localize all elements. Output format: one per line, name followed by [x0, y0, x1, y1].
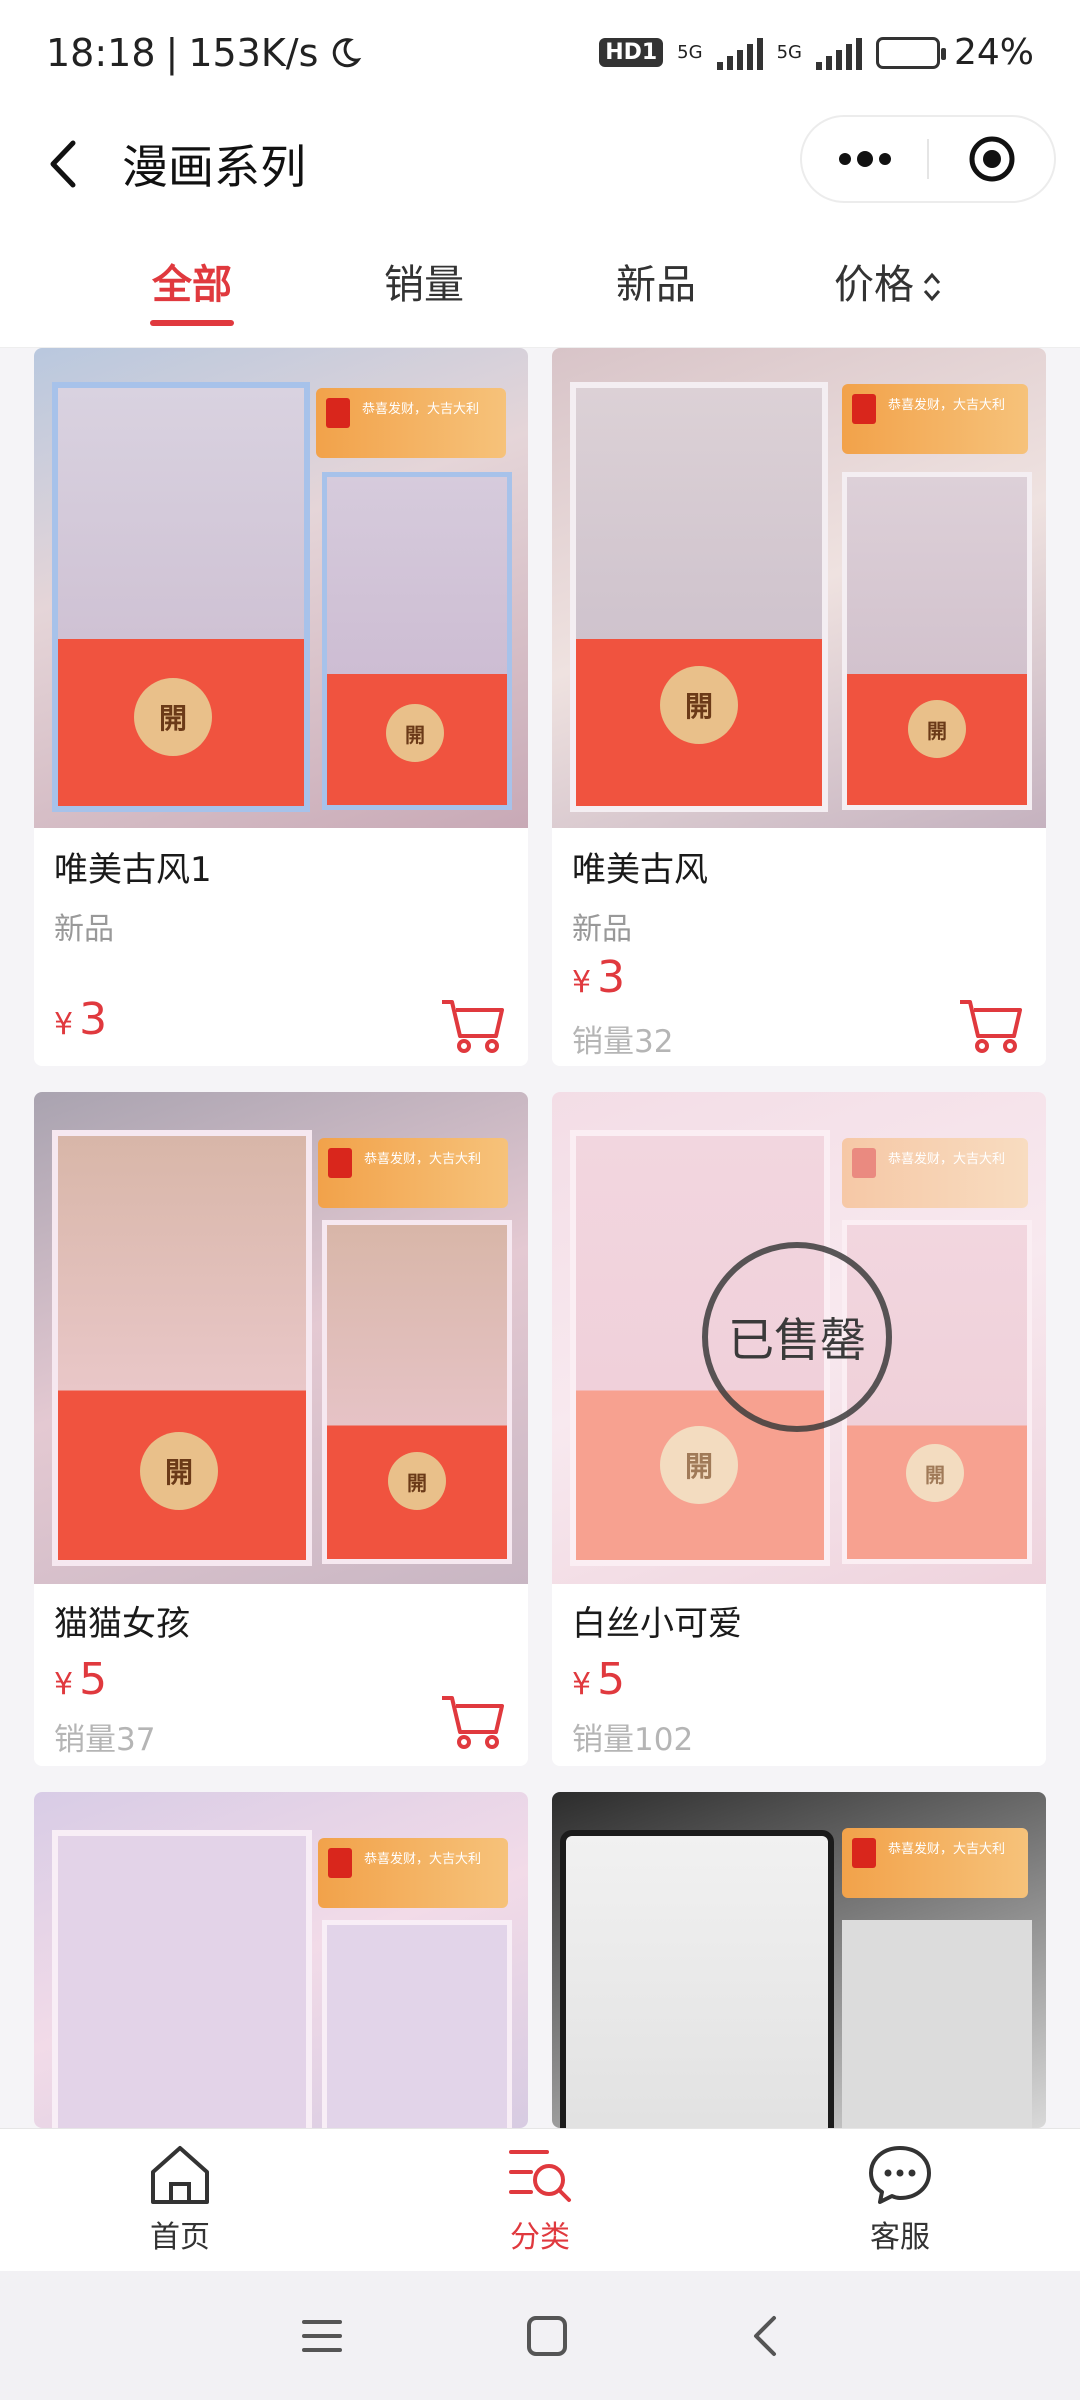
- product-image: 恭喜发财，大吉大利: [34, 1792, 528, 2128]
- network-speed: 153K/s: [188, 30, 319, 75]
- home-square-icon[interactable]: [525, 2314, 569, 2358]
- product-card[interactable]: 恭喜发财，大吉大利: [552, 1792, 1046, 2128]
- add-to-cart-button[interactable]: [440, 996, 506, 1054]
- product-price: ¥3: [54, 994, 108, 1045]
- tabbar-label: 客服: [870, 2220, 930, 2255]
- product-name: 唯美古风: [572, 850, 708, 890]
- tabbar-item-service[interactable]: 客服: [720, 2129, 1080, 2271]
- open-seal: 開: [140, 1432, 218, 1510]
- open-seal: 開: [660, 666, 738, 744]
- target-icon: [969, 136, 1014, 182]
- sort-icon: [923, 272, 941, 301]
- envelope-ticket: 恭喜发财，大吉大利: [318, 1838, 508, 1908]
- open-seal-small: 開: [388, 1452, 446, 1510]
- tab-price[interactable]: 价格: [772, 222, 1004, 348]
- menu-icon[interactable]: [300, 2316, 344, 2356]
- envelope-ticket: 恭喜发财，大吉大利: [842, 1828, 1028, 1898]
- product-card[interactable]: 開 恭喜发财，大吉大利 開 唯美古风 新品 ¥3 销量32: [552, 348, 1046, 1066]
- tab-all[interactable]: 全部: [76, 222, 308, 348]
- category-icon: [509, 2150, 571, 2202]
- open-seal-small: 開: [906, 1444, 964, 1502]
- envelope-ticket: 恭喜发财，大吉大利: [842, 1138, 1028, 1208]
- tab-sales[interactable]: 销量: [308, 222, 540, 348]
- tab-label: 价格: [834, 261, 914, 308]
- home-icon: [151, 2146, 209, 2204]
- back-nav-icon[interactable]: [750, 2314, 780, 2358]
- back-arrow-icon: [50, 140, 76, 187]
- status-right: HD1 5G 5G 24%: [599, 32, 1034, 73]
- open-seal-small: 開: [908, 700, 966, 758]
- bottom-tab-bar: 首页 分类 客服: [0, 2128, 1080, 2271]
- open-seal: 開: [134, 678, 212, 756]
- product-name: 白丝小可爱: [572, 1604, 742, 1644]
- tab-new[interactable]: 新品: [540, 222, 772, 348]
- clock: 18:18: [46, 30, 156, 75]
- envelope-big: [570, 382, 828, 812]
- product-card[interactable]: 恭喜发财，大吉大利: [34, 1792, 528, 2128]
- tabbar-item-category[interactable]: 分类: [360, 2129, 720, 2271]
- more-dots-icon: [838, 151, 891, 167]
- status-bar: 18:18 | 153K/s HD1 5G 5G 24%: [0, 0, 1080, 105]
- open-seal: 開: [660, 1426, 738, 1504]
- sales-count: 销量32: [572, 1024, 674, 1060]
- envelope-ticket: 恭喜发财，大吉大利: [842, 384, 1028, 454]
- envelope-small: [842, 1920, 1032, 2128]
- product-card[interactable]: 開 恭喜发财，大吉大利 開 猫猫女孩 ¥5 销量37: [34, 1092, 528, 1766]
- product-tag: 新品: [572, 912, 632, 947]
- tab-label: 新品: [616, 261, 696, 308]
- net-label-2: 5G: [776, 41, 802, 63]
- product-card[interactable]: 開 恭喜发财，大吉大利 開 唯美古风1 新品 ¥3: [34, 348, 528, 1066]
- close-mini-program-button[interactable]: [929, 117, 1054, 201]
- signal-group-2: 5G: [776, 41, 802, 63]
- sales-count: 销量102: [572, 1722, 694, 1758]
- page-title: 漫画系列: [122, 139, 306, 194]
- envelope-big: [560, 1830, 834, 2128]
- signal-group-1: 5G: [677, 41, 703, 63]
- divider: |: [165, 30, 179, 75]
- product-image: 開 恭喜发财，大吉大利 開: [34, 1092, 528, 1584]
- signal-icon-2: [815, 36, 862, 70]
- chat-icon: [869, 2146, 931, 2204]
- hd-badge: HD1: [599, 38, 664, 67]
- net-label-1: 5G: [677, 41, 703, 63]
- product-image: 開 恭喜发财，大吉大利 開: [552, 348, 1046, 828]
- product-image: 開 恭喜发财，大吉大利 開: [34, 348, 528, 828]
- envelope-small: [322, 1220, 512, 1564]
- product-image: 恭喜发财，大吉大利: [552, 1792, 1046, 2128]
- product-tag: 新品: [54, 912, 114, 947]
- add-to-cart-button[interactable]: [440, 1692, 506, 1750]
- envelope-small: [322, 1920, 512, 2128]
- product-image: 開 恭喜发财，大吉大利 開 已售罄: [552, 1092, 1046, 1584]
- status-left: 18:18 | 153K/s: [46, 31, 362, 75]
- product-price: ¥5: [572, 1654, 626, 1705]
- filter-tabs: 全部 销量 新品 价格: [0, 222, 1080, 348]
- tabbar-item-home[interactable]: 首页: [0, 2129, 360, 2271]
- product-price: ¥5: [54, 1654, 108, 1705]
- sales-count: 销量37: [54, 1722, 156, 1758]
- envelope-ticket: 恭喜发财，大吉大利: [318, 1138, 508, 1208]
- back-button[interactable]: [32, 134, 92, 194]
- tab-label: 销量: [384, 261, 464, 308]
- add-to-cart-button[interactable]: [958, 996, 1024, 1054]
- envelope-ticket: 恭喜发财，大吉大利: [316, 388, 506, 458]
- mini-program-capsule: [800, 115, 1056, 203]
- tabbar-label: 分类: [510, 2220, 570, 2255]
- tab-label: 全部: [152, 261, 232, 308]
- battery-icon: [875, 36, 946, 69]
- signal-icon: [716, 36, 763, 70]
- nav-bar: 漫画系列: [0, 105, 1080, 222]
- envelope-big: [52, 1830, 312, 2128]
- open-seal-small: 開: [386, 704, 444, 762]
- tabbar-label: 首页: [150, 2220, 210, 2255]
- more-button[interactable]: [802, 117, 927, 201]
- battery-percent: 24%: [953, 32, 1034, 73]
- product-price: ¥3: [572, 952, 626, 1003]
- system-navigation-bar: [0, 2271, 1080, 2400]
- product-card[interactable]: 開 恭喜发财，大吉大利 開 已售罄 白丝小可爱 ¥5 销量102: [552, 1092, 1046, 1766]
- product-name: 唯美古风1: [54, 850, 212, 890]
- envelope-small: [842, 472, 1032, 810]
- moon-icon: [333, 37, 362, 67]
- product-name: 猫猫女孩: [54, 1604, 190, 1644]
- sold-out-stamp: 已售罄: [702, 1242, 892, 1432]
